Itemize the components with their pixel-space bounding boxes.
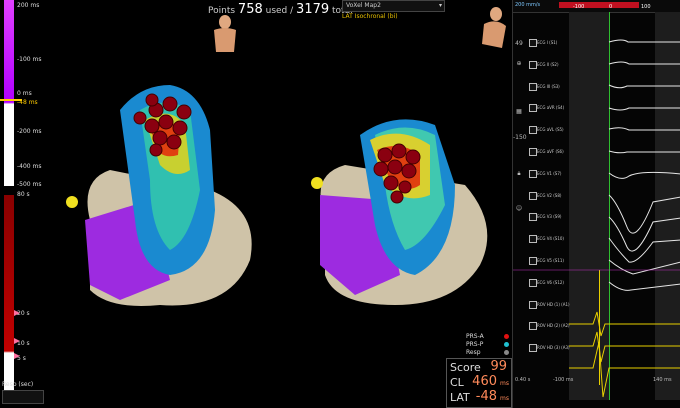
legend-swatch	[504, 342, 509, 347]
resp-unit-label: Resp (sec)	[2, 381, 34, 388]
cl-label: CL	[450, 376, 464, 389]
slider-handle-icon[interactable]	[14, 338, 20, 344]
lead-checkbox[interactable]	[529, 82, 537, 91]
chevron-down-icon: ▾	[438, 2, 442, 9]
ecg-lead-label: ECG V5 (S11)	[537, 258, 564, 263]
lead-checkbox[interactable]	[529, 257, 537, 265]
time-window-label: 140 ms	[653, 377, 672, 383]
score-value: 99	[490, 359, 507, 374]
lat-unit: ms	[500, 395, 509, 402]
legend-label: PRS-A	[466, 333, 484, 340]
ecg-lead-label: ECG V1 (S7)	[537, 170, 562, 176]
lat-marker[interactable]	[0, 99, 22, 101]
lat-value: -48	[475, 389, 497, 404]
ecg-lead-label: ECG V4 (S10)	[537, 236, 564, 242]
legend-label: PRS-P	[466, 341, 484, 348]
resp-input[interactable]	[2, 390, 44, 404]
legend-swatch	[504, 334, 509, 339]
ecg-lead-label: ECG aVL (S5)	[537, 127, 564, 133]
scale-label: -400 ms	[17, 163, 42, 170]
lead-checkbox[interactable]	[529, 322, 537, 331]
scale-label: -200 ms	[17, 128, 42, 135]
scale-label: 200 ms	[17, 2, 40, 9]
points-total: 3179	[296, 2, 330, 17]
score-panel: Score 99 CL 460 ms LAT -48 ms	[446, 358, 512, 408]
map-select[interactable]: VoXel Map2 ▾	[342, 0, 445, 12]
resp-color-scale[interactable]	[4, 195, 14, 390]
ecg-lead-label: ECG V3 (S9)	[537, 214, 562, 220]
lat-label: LAT	[450, 391, 470, 404]
map-name: VoXel Map2	[346, 2, 381, 9]
scale-label: 0 ms	[17, 90, 32, 97]
lead-checkbox[interactable]	[529, 191, 537, 200]
slider-handle-icon[interactable]	[14, 310, 20, 316]
ecg-lead-label: ROV HD (3) (A3)	[537, 345, 570, 351]
torso-orientation-icon[interactable]	[208, 14, 242, 54]
scale-label: 80 s	[17, 191, 30, 198]
ecg-lead-label: ECG V6 (S12)	[537, 279, 564, 285]
lead-checkbox[interactable]	[529, 278, 537, 287]
map-subtitle: LAT Isochronal (bi)	[342, 13, 398, 20]
lead-checkbox[interactable]	[529, 169, 537, 178]
lead-checkbox[interactable]	[529, 39, 537, 47]
lead-checkbox[interactable]	[529, 126, 537, 135]
scale-label: -500 ms	[17, 181, 42, 188]
lead-checkbox[interactable]	[529, 104, 537, 113]
lead-checkbox[interactable]	[529, 60, 537, 69]
ecg-speed: 200 mm/s	[515, 2, 541, 8]
time-scale-label: 0.40 s	[515, 377, 531, 383]
cl-value: 460	[472, 374, 497, 389]
ecg-lead-label: ECG II (S2)	[537, 61, 559, 67]
lead-checkbox[interactable]	[529, 300, 537, 309]
ecg-lead-label: ECG I (S1)	[537, 40, 558, 45]
ecg-lead-label: ROV HD (1) (A1)	[537, 301, 570, 307]
cl-unit: ms	[500, 380, 509, 387]
time-offset-label: -100 ms	[553, 377, 574, 383]
ecg-lead-label: ECG aVF (S6)	[537, 149, 564, 154]
lead-checkbox[interactable]	[529, 213, 537, 222]
axis-tick: 0	[609, 4, 613, 10]
ecg-lead-label: ECG aVR (S4)	[537, 105, 565, 111]
ecg-lead-label: ROV HD (2) (A2)	[537, 323, 570, 329]
right-3d-map-view[interactable]	[305, 105, 515, 325]
lat-color-scale[interactable]	[4, 0, 14, 186]
ecg-panel[interactable]: 200 mm/s -100 0 100 49 -150 ⊕ ▦ 🔒︎ ☺ ECG…	[512, 0, 680, 408]
ecg-lead-label: ECG III (S3)	[537, 83, 560, 89]
used-label: used /	[265, 6, 294, 16]
ecg-lead-label: ECG V2 (S8)	[537, 192, 562, 198]
lead-checkbox[interactable]	[529, 235, 537, 244]
legend-swatch	[504, 350, 509, 355]
ecg-traces	[513, 39, 680, 398]
timeline-bar[interactable]	[559, 2, 639, 8]
scale-label: -100 ms	[17, 56, 42, 63]
axis-tick: 100	[641, 4, 651, 10]
legend-label: Resp	[466, 349, 481, 356]
axis-tick: -100	[573, 4, 585, 10]
lead-checkbox[interactable]	[529, 148, 537, 156]
score-label: Score	[450, 361, 481, 374]
torso-orientation-icon[interactable]	[476, 4, 510, 50]
point-legend: PRS-A PRS-P Resp	[466, 333, 510, 357]
lead-checkbox[interactable]	[529, 344, 537, 353]
slider-handle-icon[interactable]	[14, 353, 20, 359]
left-3d-map-view[interactable]	[60, 70, 280, 330]
